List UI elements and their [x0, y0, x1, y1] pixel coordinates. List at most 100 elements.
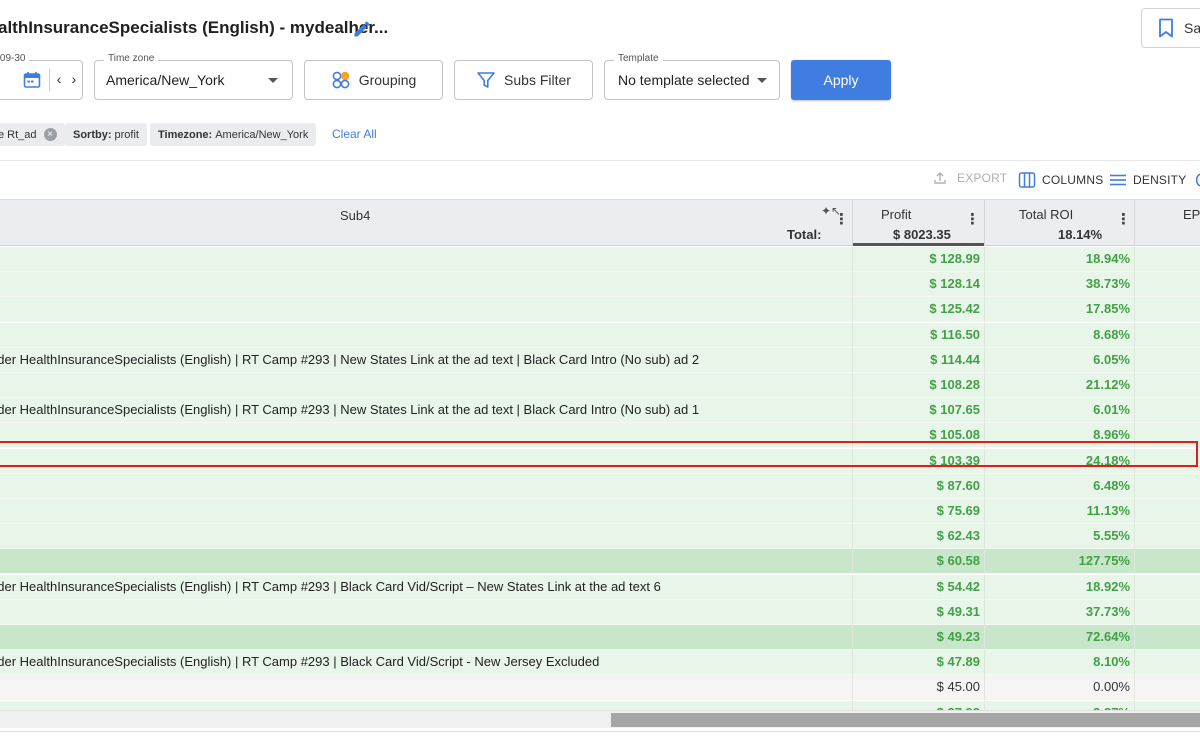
- cell-sub4: [0, 701, 842, 710]
- cell-profit: $ 125.42: [929, 301, 980, 317]
- cell-divider: [1134, 574, 1135, 600]
- table-row[interactable]: $ 128.99 18.94%: [0, 247, 1200, 272]
- column-header-sub4[interactable]: Sub4: [340, 208, 370, 223]
- table-row[interactable]: $ 37.923.27%: [0, 700, 1200, 710]
- table-row[interactable]: $ 60.58 127.75%: [0, 549, 1200, 575]
- sort-indicator: [853, 243, 984, 246]
- table-row[interactable]: nder HealthInsuranceSpecialists (English…: [0, 347, 1200, 373]
- filter-chip-sortby: Sortby: profit: [65, 123, 147, 146]
- table-row[interactable]: $ 108.28 21.12%: [0, 373, 1200, 398]
- column-divider[interactable]: [1134, 200, 1135, 246]
- column-header-profit[interactable]: Profit: [881, 207, 911, 222]
- column-header-ep[interactable]: EP: [1183, 207, 1200, 222]
- cell-profit: $ 128.99: [929, 251, 980, 266]
- column-header-total-roi[interactable]: Total ROI: [1019, 207, 1073, 222]
- cell-sub4: [0, 297, 842, 322]
- cell-sub4: [0, 499, 842, 524]
- grid-body: $ 128.99 18.94% $ 128.14 38.73% $ 125.42 17.8…: [0, 247, 1200, 710]
- refresh-icon[interactable]: [1191, 171, 1200, 189]
- horizontal-scrollbar[interactable]: [0, 710, 1200, 728]
- columns-button[interactable]: COLUMNS: [1018, 171, 1103, 189]
- column-menu-icon[interactable]: ⋮: [834, 212, 849, 227]
- cell-profit: $ 54.42: [936, 578, 980, 594]
- cell-divider: [1134, 675, 1135, 701]
- total-label: Total:: [787, 227, 822, 242]
- table-row[interactable]: $ 116.50 8.68%: [0, 322, 1200, 348]
- cell-roi: 24.18%: [1085, 452, 1130, 468]
- dropdown-arrow-icon: [757, 78, 767, 83]
- scrollbar-thumb[interactable]: [611, 713, 1200, 727]
- chip-key: Sortby:: [73, 128, 112, 141]
- apply-button[interactable]: Apply: [791, 60, 891, 100]
- column-divider[interactable]: [984, 200, 985, 246]
- table-row[interactable]: $ 75.69 11.13%: [0, 499, 1200, 524]
- cell-divider: [1134, 272, 1135, 298]
- cell-profit: $ 60.58: [936, 553, 980, 569]
- cell-profit: $ 103.39: [929, 452, 980, 468]
- table-row[interactable]: nder HealthInsuranceSpecialists (English…: [0, 398, 1200, 424]
- cell-roi: 3.27%: [985, 701, 1135, 710]
- cell-roi: 5.55%: [1093, 528, 1130, 544]
- table-row[interactable]: $ 45.00 0.00%: [0, 675, 1200, 701]
- chevron-right-icon[interactable]: ›: [66, 71, 82, 87]
- cell-roi: 8.68%: [1093, 326, 1130, 342]
- density-label: DENSITY: [1133, 173, 1187, 187]
- cell-divider: [1134, 599, 1135, 625]
- cell-divider: [1134, 448, 1135, 474]
- template-select[interactable]: Template No template selected: [604, 52, 780, 100]
- cell-sub4: [0, 625, 842, 650]
- cell-divider: [1134, 650, 1135, 676]
- cell-profit: $ 128.14: [929, 276, 980, 292]
- cell-divider: [1134, 373, 1135, 398]
- cell-sub4: [0, 449, 842, 474]
- cell-roi: 11.13%: [1086, 503, 1130, 518]
- chevron-left-icon[interactable]: ‹: [51, 71, 67, 87]
- table-row[interactable]: nder HealthInsuranceSpecialists (English…: [0, 650, 1200, 676]
- cell-profit: $ 45.00: [936, 679, 980, 695]
- cell-profit: $ 87.60: [936, 477, 980, 493]
- table-row[interactable]: $ 87.60 6.48%: [0, 473, 1200, 499]
- close-icon[interactable]: ×: [43, 128, 57, 141]
- cell-profit: $ 105.08: [929, 427, 980, 443]
- timezone-select[interactable]: Time zone America/New_York: [94, 52, 293, 100]
- grouping-label: Grouping: [358, 72, 417, 88]
- date-range-field[interactable]: 4-09-30 ‹ ›: [0, 52, 83, 100]
- table-row[interactable]: $ 49.31 37.73%: [0, 599, 1200, 625]
- cell-profit: $ 62.43: [936, 528, 980, 544]
- export-label: EXPORT: [957, 171, 1008, 185]
- column-menu-icon[interactable]: ⋮: [1116, 212, 1131, 227]
- cell-roi: 18.94%: [1085, 251, 1130, 266]
- cell-divider: [1134, 347, 1135, 373]
- cell-roi: 72.64%: [1085, 629, 1130, 644]
- pencil-icon[interactable]: [352, 19, 372, 39]
- subs-filter-button[interactable]: Subs Filter: [454, 60, 593, 100]
- filter-chip-sub: e Rt_ad ×: [0, 123, 65, 146]
- cell-roi: 6.05%: [1093, 351, 1130, 367]
- clear-all-link[interactable]: Clear All: [332, 127, 377, 141]
- table-row[interactable]: $ 128.14 38.73%: [0, 272, 1200, 298]
- column-menu-icon[interactable]: ⋮: [965, 212, 980, 227]
- table-row[interactable]: nder HealthInsuranceSpecialists (English…: [0, 574, 1200, 600]
- timezone-label: Time zone: [104, 52, 159, 66]
- cell-roi: 8.96%: [1093, 427, 1130, 443]
- cell-roi: 37.73%: [1085, 603, 1130, 619]
- template-label: Template: [614, 52, 663, 66]
- cell-profit: $ 116.50: [930, 326, 980, 342]
- table-row-highlighted[interactable]: $ 103.39 24.18%: [0, 448, 1200, 474]
- filter-chip-timezone: Timezone: America/New_York: [150, 123, 317, 146]
- density-button[interactable]: DENSITY: [1109, 171, 1186, 189]
- column-divider[interactable]: [852, 200, 853, 246]
- calendar-icon[interactable]: [23, 71, 41, 89]
- template-value: No template selected: [618, 72, 750, 88]
- grouping-button[interactable]: Grouping: [304, 60, 443, 100]
- table-row[interactable]: $ 62.43 5.55%: [0, 524, 1200, 550]
- table-row[interactable]: $ 105.08 8.96%: [0, 423, 1200, 449]
- table-row[interactable]: $ 125.42 17.85%: [0, 297, 1200, 323]
- bookmark-icon: [1159, 18, 1173, 38]
- cell-profit: $ 37.92: [853, 701, 984, 710]
- table-row[interactable]: $ 49.23 72.64%: [0, 625, 1200, 650]
- save-button[interactable]: Sa: [1141, 8, 1200, 48]
- cell-sub4: [0, 373, 842, 398]
- cell-divider: [1134, 700, 1135, 710]
- export-button[interactable]: EXPORT: [933, 171, 1007, 185]
